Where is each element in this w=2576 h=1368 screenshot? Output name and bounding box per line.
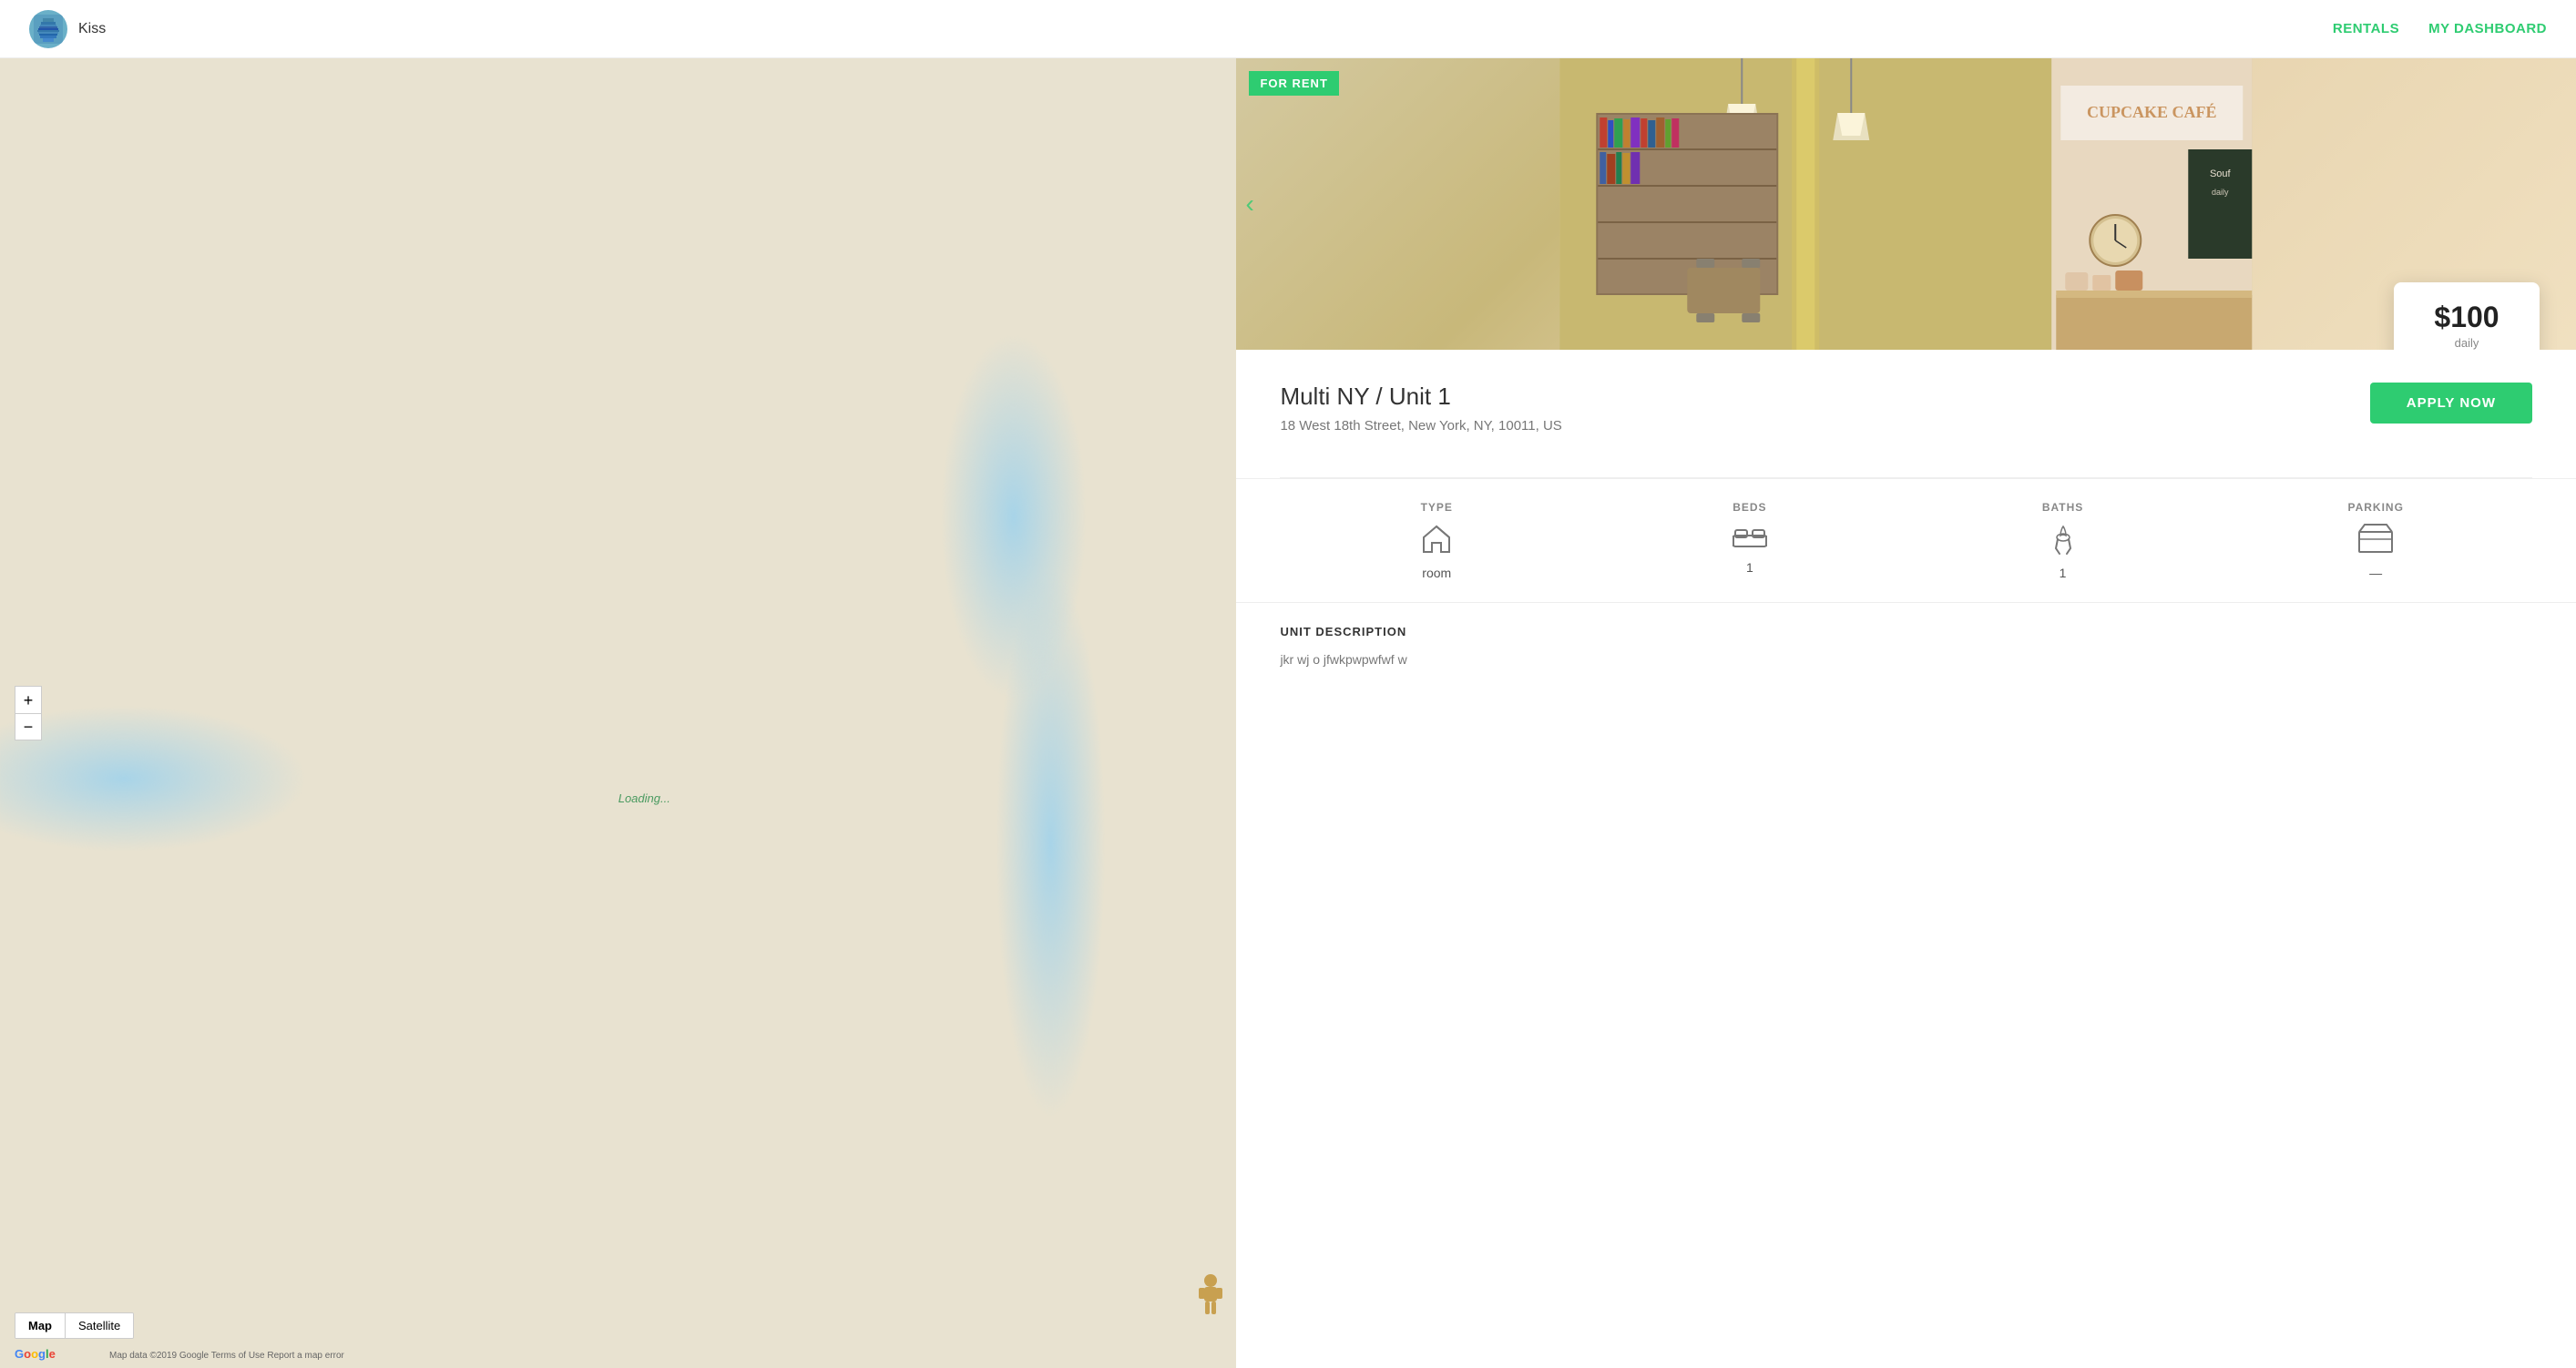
type-value: room <box>1294 566 1579 580</box>
detail-panel: CUPCAKE CAFÉ Souf daily Loading... <box>1236 58 2576 1368</box>
title-section: Multi NY / Unit 1 18 West 18th Street, N… <box>1280 383 1561 455</box>
price-card: $100 daily <box>2394 282 2540 350</box>
baths-value: 1 <box>1921 566 2205 580</box>
price-period: daily <box>2430 336 2503 350</box>
svg-text:CUPCAKE CAFÉ: CUPCAKE CAFÉ <box>2087 102 2217 121</box>
type-label: TYPE <box>1294 501 1579 514</box>
map-type-controls: Map Satellite <box>15 1312 134 1339</box>
feature-parking: PARKING — <box>2219 501 2532 580</box>
price-amount: $100 <box>2430 301 2503 334</box>
map-type-satellite[interactable]: Satellite <box>66 1313 133 1338</box>
map-background <box>0 58 1236 1368</box>
beds-value: 1 <box>1608 560 1892 575</box>
apply-now-button[interactable]: APPLY NOW <box>2370 383 2532 424</box>
parking-icon <box>2234 523 2518 560</box>
header: Kiss RENTALS MY DASHBOARD <box>0 0 2576 58</box>
google-logo: Google <box>15 1347 56 1361</box>
property-title: Multi NY / Unit 1 <box>1280 383 1561 411</box>
for-rent-badge: FOR RENT <box>1249 71 1338 96</box>
map-footer: Map data ©2019 Google Terms of Use Repor… <box>109 1351 344 1361</box>
map-zoom-controls: + − <box>15 686 42 740</box>
map-panel: MANHATTAN Weehawken Secaucus North Berge… <box>0 58 1236 1368</box>
feature-beds: BEDS 1 <box>1593 501 1906 580</box>
bed-icon <box>1608 523 1892 555</box>
svg-text:Souf: Souf <box>2210 168 2232 179</box>
parking-label: PARKING <box>2234 501 2518 514</box>
description-text: jkr wj o jfwkpwpwfwf w <box>1280 649 2532 669</box>
house-icon <box>1294 523 1579 560</box>
svg-text:daily: daily <box>2212 188 2229 197</box>
description-section: UNIT DESCRIPTION jkr wj o jfwkpwpwfwf w <box>1236 603 2576 691</box>
property-image: CUPCAKE CAFÉ Souf daily Loading... <box>1236 58 2576 350</box>
avatar <box>29 10 67 48</box>
prev-image-btn[interactable]: ‹ <box>1245 189 1253 219</box>
title-row: Multi NY / Unit 1 18 West 18th Street, N… <box>1236 350 2576 477</box>
street-view-pegman[interactable] <box>1196 1273 1225 1310</box>
nav-rentals[interactable]: RENTALS <box>2333 21 2399 36</box>
bath-icon <box>1921 523 2205 560</box>
features-row: TYPE room BEDS <box>1236 478 2576 603</box>
feature-type: TYPE room <box>1280 501 1593 580</box>
header-user-name: Kiss <box>78 21 106 37</box>
baths-label: BATHS <box>1921 501 2205 514</box>
header-nav: RENTALS MY DASHBOARD <box>2333 21 2547 36</box>
description-title: UNIT DESCRIPTION <box>1280 625 2532 638</box>
main-content: MANHATTAN Weehawken Secaucus North Berge… <box>0 58 2576 1368</box>
property-address: 18 West 18th Street, New York, NY, 10011… <box>1280 418 1561 434</box>
map-type-map[interactable]: Map <box>15 1313 66 1338</box>
header-left: Kiss <box>29 10 106 48</box>
zoom-in-button[interactable]: + <box>15 686 42 713</box>
feature-baths: BATHS 1 <box>1906 501 2220 580</box>
nav-dashboard[interactable]: MY DASHBOARD <box>2428 21 2547 36</box>
zoom-out-button[interactable]: − <box>15 713 42 740</box>
parking-value: — <box>2234 566 2518 580</box>
beds-label: BEDS <box>1608 501 1892 514</box>
